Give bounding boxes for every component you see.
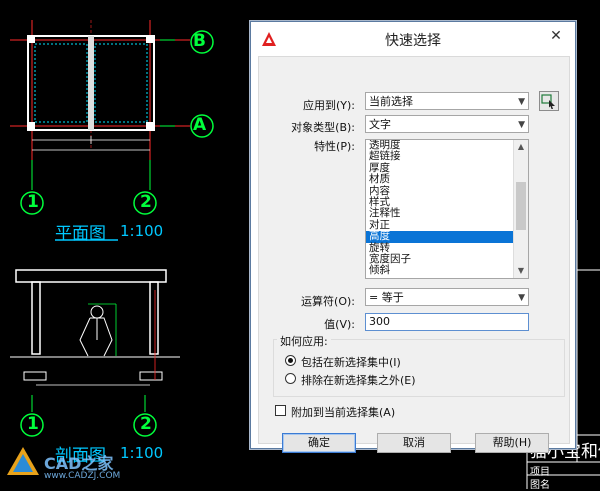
properties-list-item[interactable]: 注释性 xyxy=(366,208,528,220)
dialog-body: 应用到(Y): 当前选择 ▼ 对象类型(B): 文字 ▼ 特性(P): 透明度超… xyxy=(258,56,570,453)
properties-list-item[interactable]: 内容 xyxy=(366,185,528,197)
scroll-down-icon[interactable]: ▼ xyxy=(514,264,528,278)
properties-list-item[interactable]: 高度 xyxy=(366,230,528,243)
properties-items: 透明度 超链接 厚度 材质 内容 样式 注释性 对正 高度 旋转 宽度因子 倾斜 xyxy=(366,140,528,277)
properties-label: 特性(P): xyxy=(314,140,355,153)
cadzj-logo-icon xyxy=(7,447,39,475)
exclude-radio[interactable] xyxy=(285,373,296,384)
axis-label-1-plan: 1 xyxy=(27,192,39,212)
properties-list-item[interactable]: 对正 xyxy=(366,219,528,231)
object-type-value: 文字 xyxy=(369,118,391,131)
include-radio[interactable] xyxy=(285,355,296,366)
select-objects-button[interactable] xyxy=(539,91,559,111)
chevron-down-icon: ▼ xyxy=(518,120,525,130)
object-type-label: 对象类型(B): xyxy=(291,121,355,134)
chevron-down-icon: ▼ xyxy=(518,293,525,303)
watermark-url: www.CADZJ.COM xyxy=(44,471,121,481)
value-label: 值(V): xyxy=(324,318,355,331)
section-scale: 1:100 xyxy=(120,444,164,462)
append-label[interactable]: 附加到当前选择集(A) xyxy=(291,404,395,420)
axis-label-b: B xyxy=(193,31,206,51)
properties-list-item[interactable]: 厚度 xyxy=(366,162,528,174)
operator-label: 运算符(O): xyxy=(301,295,355,308)
exclude-label[interactable]: 排除在新选择集之外(E) xyxy=(301,372,416,388)
scroll-up-icon[interactable]: ▲ xyxy=(514,140,528,154)
plan-scale: 1:100 xyxy=(120,222,164,240)
properties-scrollbar[interactable]: ▲ ▼ xyxy=(513,140,528,278)
apply-to-value: 当前选择 xyxy=(369,95,413,108)
axis-label-a: A xyxy=(193,115,207,135)
select-objects-icon xyxy=(541,94,555,109)
chevron-down-icon: ▼ xyxy=(518,97,525,107)
apply-to-select[interactable]: 当前选择 ▼ xyxy=(365,92,529,110)
properties-list-item[interactable]: 宽度因子 xyxy=(366,253,528,265)
ok-button[interactable]: 确定 xyxy=(282,433,356,453)
quick-select-dialog: 快速选择 ✕ 应用到(Y): 当前选择 ▼ 对象类型(B): 文字 ▼ 特性(P… xyxy=(250,21,576,453)
axis-label-1-section: 1 xyxy=(27,414,39,434)
plan-title: 平面图 xyxy=(55,224,106,244)
properties-list-item[interactable]: 材质 xyxy=(366,173,528,185)
cancel-button[interactable]: 取消 xyxy=(377,433,451,453)
operator-value: = 等于 xyxy=(369,291,404,304)
apply-to-label: 应用到(Y): xyxy=(302,99,355,112)
append-checkbox[interactable] xyxy=(275,405,286,416)
scroll-thumb[interactable] xyxy=(516,182,526,230)
how-to-apply-label: 如何应用: xyxy=(277,333,331,349)
include-label[interactable]: 包括在新选择集中(I) xyxy=(301,354,401,370)
object-type-select[interactable]: 文字 ▼ xyxy=(365,115,529,133)
dialog-title: 快速选择 xyxy=(385,33,441,49)
properties-list-item[interactable]: 倾斜 xyxy=(366,265,528,277)
operator-select[interactable]: = 等于 ▼ xyxy=(365,288,529,306)
dialog-titlebar[interactable]: 快速选择 ✕ xyxy=(251,22,575,56)
axis-label-2-section: 2 xyxy=(140,414,152,434)
properties-list-item[interactable]: 超链接 xyxy=(366,150,528,162)
help-button[interactable]: 帮助(H) xyxy=(475,433,549,453)
value-input[interactable]: 300 xyxy=(365,313,529,331)
properties-list[interactable]: 透明度 超链接 厚度 材质 内容 样式 注释性 对正 高度 旋转 宽度因子 倾斜 ▲ ▼ xyxy=(365,139,529,279)
close-button[interactable]: ✕ xyxy=(545,27,567,45)
axis-label-2-plan: 2 xyxy=(140,192,152,212)
